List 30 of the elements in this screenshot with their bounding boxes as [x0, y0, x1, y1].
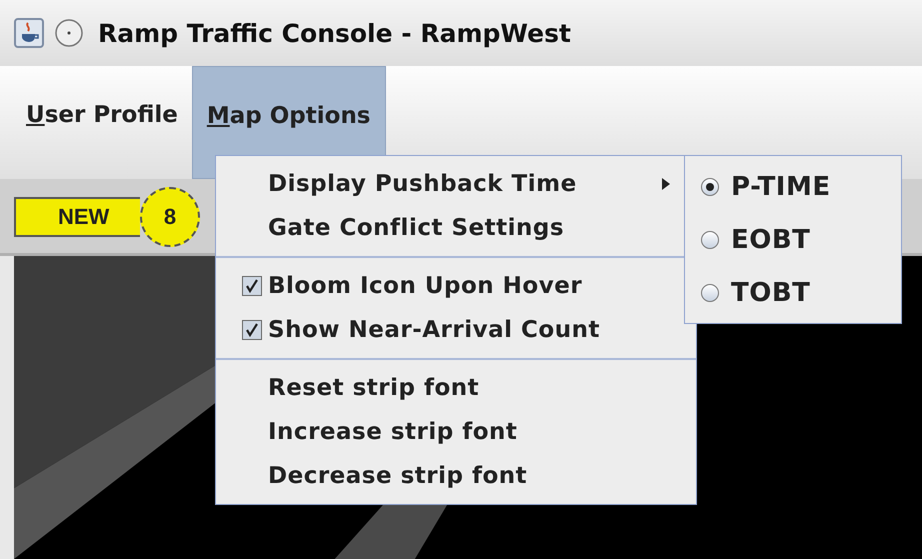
window-title: Ramp Traffic Console - RampWest: [98, 18, 571, 48]
menu-item[interactable]: User Profile: [0, 66, 192, 179]
menu-item[interactable]: Reset strip font: [216, 366, 676, 410]
menu-label: Gate Conflict Settings: [268, 215, 564, 241]
menu-label: Increase strip font: [268, 419, 518, 445]
menu-item[interactable]: Show Near-Arrival Count: [216, 308, 676, 352]
menu-label: TOBT: [731, 278, 810, 308]
menu-label: Reset strip font: [268, 375, 480, 401]
submenu-arrow-icon: [662, 178, 670, 190]
checkbox[interactable]: [242, 320, 262, 340]
count-badge: 8: [140, 186, 200, 246]
checkbox[interactable]: [242, 276, 262, 296]
menu-label: Bloom Icon Upon Hover: [268, 273, 582, 299]
menu-item[interactable]: Bloom Icon Upon Hover: [216, 264, 676, 308]
menu-item[interactable]: P-TIME: [685, 160, 901, 213]
menu-item[interactable]: EOBT: [685, 213, 901, 266]
menu-label: Show Near-Arrival Count: [268, 317, 600, 343]
coffee-cup-icon: [14, 18, 44, 48]
menu-label: EOBT: [731, 224, 810, 254]
menu-label: P-TIME: [731, 172, 831, 202]
menu-item[interactable]: Increase strip font: [216, 410, 676, 454]
circle-button-icon[interactable]: [54, 18, 84, 48]
new-flights-button[interactable]: NEW: [14, 196, 140, 236]
menu-item[interactable]: Gate Conflict Settings: [216, 206, 676, 250]
radio-button[interactable]: [701, 284, 719, 302]
menu-label: Decrease strip font: [268, 463, 528, 489]
radio-button[interactable]: [701, 230, 719, 248]
radio-button[interactable]: [701, 178, 719, 196]
menu-item[interactable]: Decrease strip font: [216, 454, 676, 498]
menu-item[interactable]: TOBT: [685, 266, 901, 319]
